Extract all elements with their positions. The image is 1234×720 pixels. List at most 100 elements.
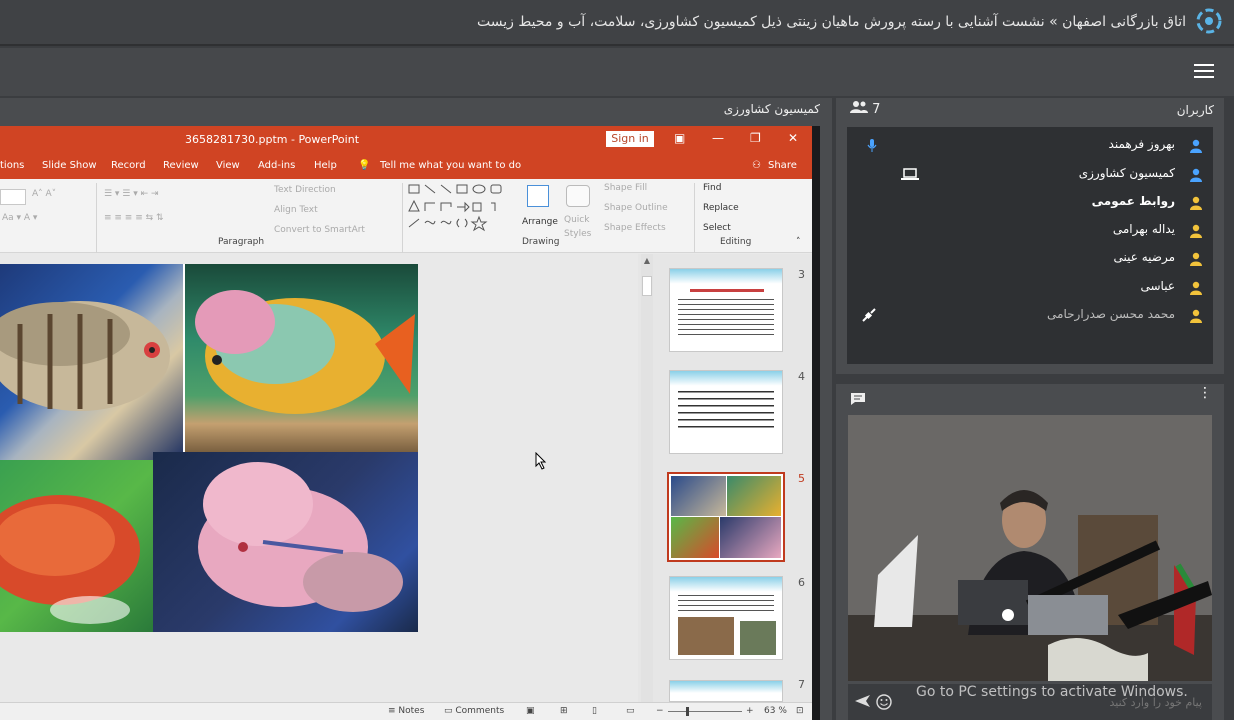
text-direction-button[interactable]: Text Direction bbox=[274, 185, 336, 195]
send-icon[interactable] bbox=[854, 694, 870, 708]
users-list: بهروز فرهمند کمیسیون کشاورزی روابط عمومی… bbox=[847, 127, 1213, 364]
share-icon[interactable]: ⚇ bbox=[752, 160, 761, 171]
slide-thumbnail-6[interactable] bbox=[669, 576, 783, 660]
zoom-out-icon[interactable]: − bbox=[656, 706, 664, 716]
user-icon bbox=[1190, 168, 1202, 182]
shape-outline-button[interactable]: Shape Outline bbox=[604, 203, 668, 213]
disconnected-plug-icon bbox=[862, 308, 876, 322]
notes-button[interactable]: ≡ Notes bbox=[388, 706, 424, 716]
tab-review[interactable]: Review bbox=[163, 160, 199, 171]
zoom-level[interactable]: 63 % bbox=[764, 706, 787, 716]
user-row[interactable]: روابط عمومی bbox=[863, 190, 1203, 216]
divider bbox=[96, 183, 97, 253]
user-row[interactable]: بهروز فرهمند bbox=[863, 133, 1203, 159]
tab-view[interactable]: View bbox=[216, 160, 240, 171]
video-chat-panel: ⋮ bbox=[836, 384, 1224, 720]
hamburger-menu-icon[interactable] bbox=[1194, 64, 1214, 80]
chat-icon[interactable] bbox=[850, 392, 866, 406]
fish-image-2 bbox=[185, 264, 418, 452]
users-title: کاربران bbox=[1176, 103, 1214, 117]
zoom-in-icon[interactable]: + bbox=[746, 706, 754, 716]
slide-number: 5 bbox=[798, 472, 805, 485]
ppt-file-title: 3658281730.pptm - PowerPoint bbox=[185, 133, 360, 146]
restore-icon[interactable]: ❐ bbox=[750, 131, 761, 145]
thumbnail-scrollbar[interactable]: ▲ bbox=[641, 254, 653, 702]
slide-sorter-icon[interactable]: ⊞ bbox=[560, 706, 568, 716]
tab-record[interactable]: Record bbox=[111, 160, 146, 171]
font-color-icon[interactable]: Aa ▾ A ▾ bbox=[2, 213, 37, 223]
font-size-box[interactable] bbox=[0, 189, 26, 205]
replace-button[interactable]: Replace bbox=[703, 203, 739, 213]
current-slide bbox=[0, 264, 418, 632]
presentation-title: کمیسیون کشاورزی bbox=[723, 102, 820, 116]
user-name: محمد محسن صدرارحامی bbox=[1047, 307, 1175, 321]
align-icons[interactable]: ≡ ≡ ≡ ≡ ⇆ ⇅ bbox=[104, 213, 164, 223]
shape-effects-button[interactable]: Shape Effects bbox=[604, 223, 666, 233]
group-drawing: Drawing bbox=[522, 237, 560, 247]
scrollbar-thumb[interactable] bbox=[642, 276, 652, 296]
find-button[interactable]: Find bbox=[703, 183, 721, 193]
lightbulb-icon: 💡 bbox=[358, 160, 371, 171]
quick-styles-button[interactable]: Quick Styles bbox=[564, 213, 594, 241]
slide-thumbnail-7[interactable] bbox=[669, 680, 783, 702]
screen-share-icon bbox=[901, 168, 919, 180]
panel-divider bbox=[812, 126, 820, 720]
users-group-icon bbox=[850, 101, 868, 113]
tell-me-search[interactable]: Tell me what you want to do bbox=[380, 160, 521, 171]
fish-image-3 bbox=[0, 460, 153, 632]
align-text-button[interactable]: Align Text bbox=[274, 205, 318, 215]
zoom-slider[interactable] bbox=[668, 711, 742, 712]
user-row[interactable]: یداله بهرامی bbox=[863, 218, 1203, 244]
top-menu-bar bbox=[0, 48, 1234, 96]
more-options-icon[interactable]: ⋮ bbox=[1198, 386, 1212, 400]
slide-thumbnail-pane: ▲ 3 4 5 6 7 bbox=[638, 254, 812, 702]
zoom-slider-thumb[interactable] bbox=[686, 707, 689, 716]
title-bar: اتاق بازرگانی اصفهان » نشست آشنایی با رس… bbox=[0, 0, 1234, 46]
tab-help[interactable]: Help bbox=[314, 160, 337, 171]
user-icon bbox=[1190, 309, 1202, 323]
microphone-icon[interactable] bbox=[867, 139, 877, 153]
slide-thumbnail-4[interactable] bbox=[669, 370, 783, 454]
normal-view-icon[interactable]: ▣ bbox=[526, 706, 535, 716]
sign-in-button[interactable]: Sign in bbox=[606, 131, 654, 147]
tab-animations[interactable]: tions bbox=[0, 160, 24, 171]
tab-slide-show[interactable]: Slide Show bbox=[42, 160, 97, 171]
mouse-cursor-icon bbox=[535, 452, 547, 470]
select-button[interactable]: Select bbox=[703, 223, 731, 233]
share-button[interactable]: Share bbox=[768, 160, 797, 171]
fish-image-4 bbox=[153, 452, 418, 632]
collapse-ribbon-icon[interactable]: ˄ bbox=[796, 237, 801, 247]
slide-thumbnail-5[interactable] bbox=[667, 472, 785, 562]
users-panel: کاربران 7 بهروز فرهمند کمیسیون کشاورزی ر… bbox=[836, 98, 1224, 374]
reading-view-icon[interactable]: ▯ bbox=[592, 706, 597, 716]
slideshow-view-icon[interactable]: ▭ bbox=[626, 706, 635, 716]
user-row[interactable]: عباسی bbox=[863, 275, 1203, 301]
minimize-icon[interactable]: — bbox=[712, 131, 724, 145]
convert-smartart-button[interactable]: Convert to SmartArt bbox=[274, 225, 365, 235]
group-paragraph: Paragraph bbox=[218, 237, 265, 247]
fit-to-window-icon[interactable]: ⊡ bbox=[796, 706, 804, 716]
comments-button[interactable]: ▭ Comments bbox=[444, 706, 504, 716]
slide-thumbnail-3[interactable] bbox=[669, 268, 783, 352]
user-icon bbox=[1190, 224, 1202, 238]
user-row[interactable]: محمد محسن صدرارحامی bbox=[862, 303, 1203, 329]
user-row[interactable]: کمیسیون کشاورزی bbox=[863, 162, 1203, 188]
group-editing: Editing bbox=[720, 237, 752, 247]
ribbon-display-icon[interactable]: ▣ bbox=[674, 131, 685, 145]
bullets-icon[interactable]: ☰ ▾ ☰ ▾ ⇤ ⇥ bbox=[104, 189, 159, 199]
slide-canvas[interactable] bbox=[0, 254, 638, 702]
user-row[interactable]: مرضیه عینی bbox=[863, 246, 1203, 272]
users-count-value: 7 bbox=[872, 102, 881, 117]
font-grow-icon[interactable]: A˄ A˅ bbox=[32, 189, 56, 199]
tab-add-ins[interactable]: Add-ins bbox=[258, 160, 295, 171]
page-title: اتاق بازرگانی اصفهان » نشست آشنایی با رس… bbox=[477, 14, 1186, 30]
app-logo-icon bbox=[1196, 8, 1222, 34]
emoji-icon[interactable] bbox=[876, 694, 892, 710]
arrange-button[interactable]: Arrange bbox=[522, 217, 558, 227]
shape-fill-button[interactable]: Shape Fill bbox=[604, 183, 647, 193]
user-icon bbox=[1190, 281, 1202, 295]
close-icon[interactable]: ✕ bbox=[788, 131, 798, 145]
user-name: یداله بهرامی bbox=[1112, 222, 1175, 236]
shapes-gallery[interactable] bbox=[407, 183, 515, 237]
scroll-up-icon[interactable]: ▲ bbox=[641, 256, 653, 266]
